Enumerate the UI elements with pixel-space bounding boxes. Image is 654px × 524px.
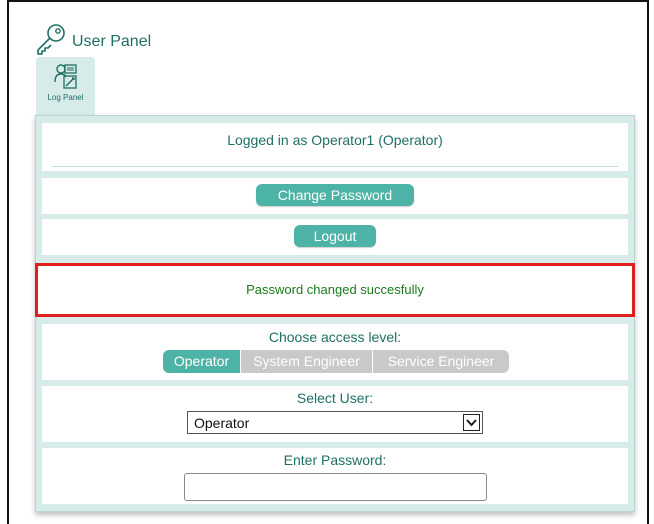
change-password-row: Change Password bbox=[42, 178, 628, 214]
tab-log-panel[interactable]: Log Panel bbox=[36, 57, 95, 115]
user-panel-icon bbox=[52, 62, 80, 90]
logged-in-status: Logged in as Operator1 (Operator) bbox=[227, 132, 443, 148]
logged-in-row: Logged in as Operator1 (Operator) bbox=[42, 123, 628, 171]
access-option-system-engineer[interactable]: System Engineer bbox=[241, 350, 373, 373]
access-option-operator[interactable]: Operator bbox=[163, 350, 241, 373]
change-password-button[interactable]: Change Password bbox=[256, 184, 414, 206]
password-input[interactable] bbox=[184, 473, 487, 501]
select-user-label: Select User: bbox=[296, 390, 374, 406]
tab-label: Log Panel bbox=[47, 93, 84, 102]
password-row: Enter Password: bbox=[42, 448, 628, 504]
chevron-down-icon[interactable] bbox=[463, 414, 480, 431]
key-icon bbox=[34, 22, 68, 56]
success-message: Password changed succesfully bbox=[246, 282, 424, 297]
access-level-row: Choose access level: Operator System Eng… bbox=[42, 324, 628, 380]
user-select-dropdown[interactable]: Operator bbox=[187, 411, 483, 434]
page-title: User Panel bbox=[72, 33, 152, 50]
access-level-selector: Operator System Engineer Service Enginee… bbox=[163, 350, 509, 373]
password-label: Enter Password: bbox=[283, 452, 387, 468]
log-panel: Logged in as Operator1 (Operator) Change… bbox=[35, 115, 635, 512]
access-option-service-engineer[interactable]: Service Engineer bbox=[373, 350, 509, 373]
select-user-row: Select User: Operator bbox=[42, 386, 628, 442]
logout-row: Logout bbox=[42, 219, 628, 255]
panel-header: User Panel bbox=[34, 22, 151, 56]
access-level-label: Choose access level: bbox=[268, 329, 402, 345]
success-message-box: Password changed succesfully bbox=[35, 263, 635, 317]
logout-button[interactable]: Logout bbox=[294, 225, 376, 247]
user-select-value: Operator bbox=[194, 415, 250, 431]
divider bbox=[52, 166, 618, 167]
